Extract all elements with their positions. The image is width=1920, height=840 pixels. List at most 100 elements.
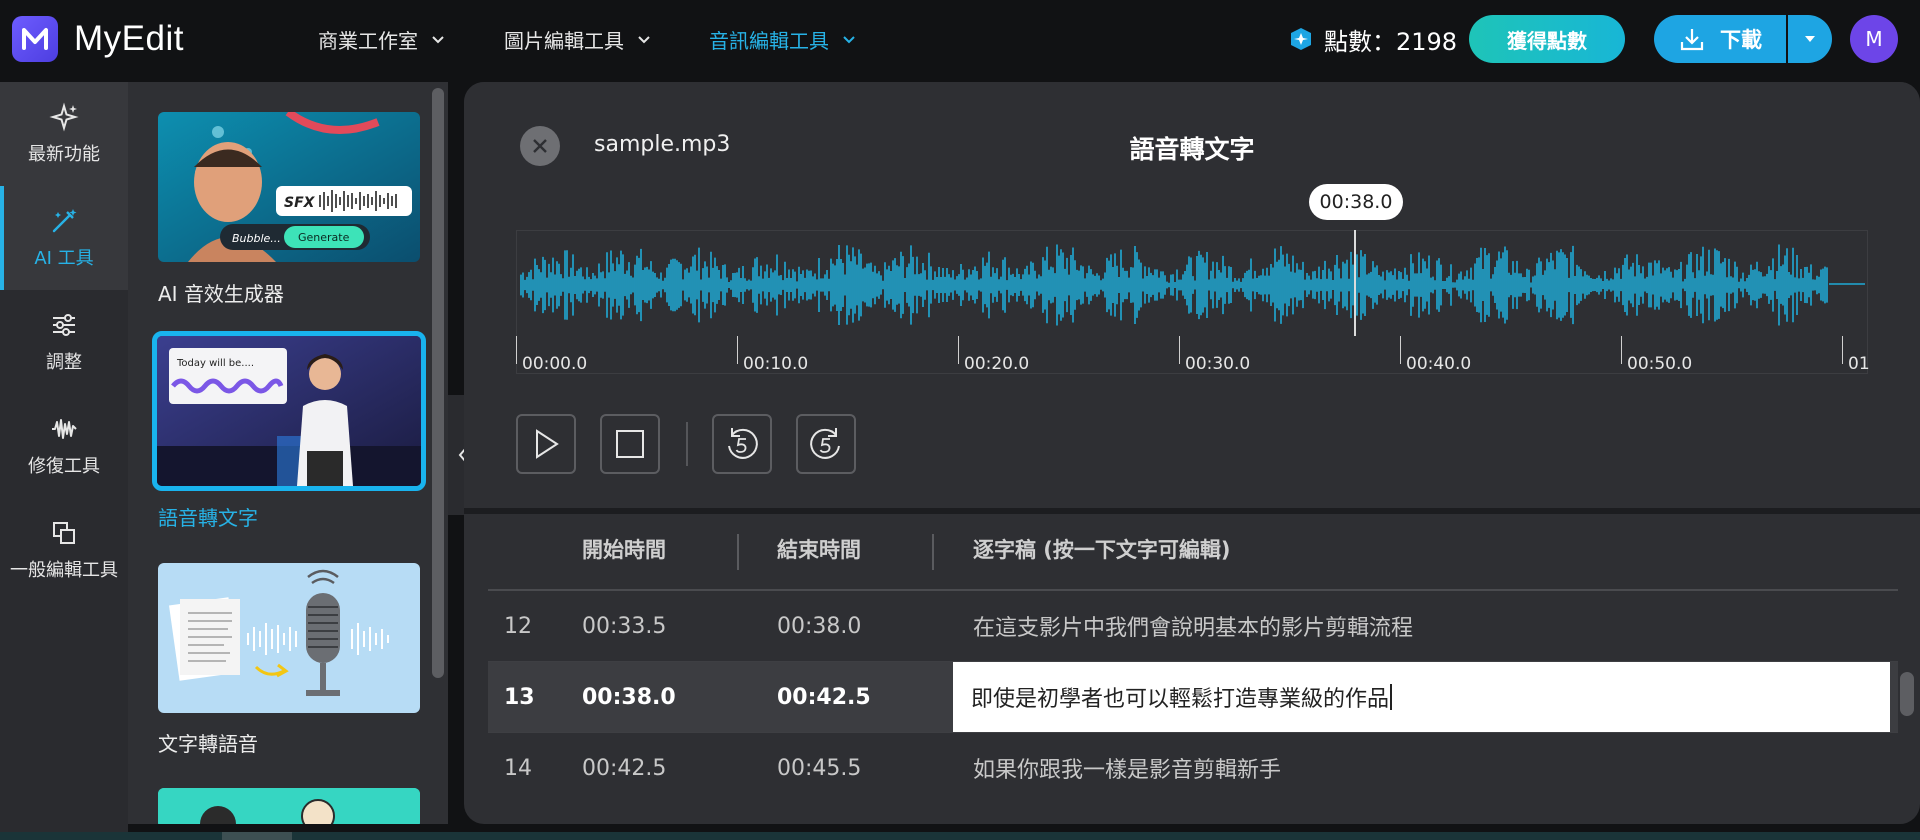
rail-label: 調整 — [46, 352, 82, 373]
nav-audio-tools[interactable]: 音訊編輯工具 — [709, 22, 857, 56]
row-end-time[interactable]: 00:42.5 — [777, 662, 871, 732]
timeline-tick-label: 00:40.0 — [1406, 354, 1472, 374]
rewind-5s-button[interactable] — [712, 414, 772, 474]
timeline-tick-label: 01 — [1848, 354, 1870, 374]
column-header-transcript: 逐字稿 (按一下文字可編輯) — [973, 538, 1231, 562]
thumb-generate-text: Generate — [298, 231, 350, 244]
magic-wand-icon — [52, 209, 77, 233]
waveform-path — [520, 244, 1865, 326]
timeline-tick — [958, 336, 959, 364]
waveform-repair-icon — [52, 419, 77, 439]
table-row[interactable]: 12 00:33.5 00:38.0 在這支影片中我們會說明基本的影片剪輯流程 — [488, 591, 1898, 661]
tool-label-speech-to-text[interactable]: 語音轉文字 — [158, 502, 258, 531]
tool-thumb-ai-sfx[interactable]: SFX Bubble... Generate — [158, 112, 420, 262]
timeline-tick — [516, 336, 517, 364]
nav-label: 商業工作室 — [318, 28, 418, 53]
layers-icon — [53, 522, 75, 544]
transcript-edit-input[interactable]: 即使是初學者也可以輕鬆打造專業級的作品 — [953, 662, 1890, 732]
player-section: sample.mp3 語音轉文字 00:38.0 00:00.0 00:10.0… — [464, 82, 1920, 508]
row-end-time[interactable]: 00:45.5 — [777, 733, 861, 803]
waveform-graphic — [520, 244, 1865, 326]
rail-item-repair-tools[interactable]: 修復工具 — [0, 394, 128, 498]
playhead[interactable] — [1354, 230, 1356, 336]
row-transcript-text[interactable]: 如果你跟我一樣是影音剪輯新手 — [973, 733, 1281, 803]
logo-mark-icon — [12, 16, 58, 62]
tool-thumb-next[interactable] — [158, 788, 420, 824]
download-icon — [1680, 29, 1704, 51]
transcript-table: 開始時間 結束時間 逐字稿 (按一下文字可編輯) 12 00:33.5 00:3… — [488, 514, 1898, 824]
download-button[interactable]: 下載 — [1654, 15, 1786, 63]
download-options-button[interactable] — [1788, 15, 1832, 63]
nav-label: 音訊編輯工具 — [709, 28, 829, 53]
timeline-tick-label: 00:00.0 — [522, 354, 588, 374]
thumb-today-text: Today will be.... — [176, 358, 254, 369]
rail-item-adjust[interactable]: 調整 — [0, 290, 128, 394]
table-row-current[interactable]: 13 00:38.0 00:42.5 即使是初學者也可以輕鬆打造專業級的作品 — [488, 662, 1898, 732]
forward-5s-button[interactable] — [796, 414, 856, 474]
timeline-tick-label: 00:20.0 — [964, 354, 1030, 374]
points-coin-icon — [1291, 28, 1311, 50]
chevron-down-icon — [432, 36, 444, 44]
row-start-time[interactable]: 00:38.0 — [582, 662, 676, 732]
rail-label: 修復工具 — [28, 456, 100, 477]
download-label: 下載 — [1720, 28, 1762, 52]
brand-name: MyEdit — [74, 19, 184, 58]
table-row[interactable]: 14 00:42.5 00:45.5 如果你跟我一樣是影音剪輯新手 — [488, 733, 1898, 803]
row-index: 13 — [504, 684, 535, 710]
timeline-tick — [1400, 336, 1401, 364]
row-index: 14 — [504, 755, 532, 781]
row-index: 12 — [504, 613, 532, 639]
rail-label: 一般編輯工具 — [10, 560, 118, 581]
tool-thumb-text-to-speech[interactable] — [158, 563, 420, 713]
timeline-tick-label: 00:10.0 — [743, 354, 809, 374]
page-title: 語音轉文字 — [1129, 135, 1255, 164]
tool-label-text-to-speech[interactable]: 文字轉語音 — [158, 728, 258, 757]
row-start-time[interactable]: 00:42.5 — [582, 733, 666, 803]
left-rail: 最新功能 AI 工具 調整 修復工具 一般編輯工具 — [0, 82, 128, 840]
timeline-ruler: 00:00.0 00:10.0 00:20.0 00:30.0 00:40.0 … — [516, 336, 1870, 376]
column-header-end-time: 結束時間 — [777, 538, 861, 562]
playhead-time-badge: 00:38.0 — [1309, 184, 1403, 220]
tool-panel: SFX Bubble... Generate AI 音效生成器 Today wi… — [128, 82, 448, 824]
timeline-tick — [1621, 336, 1622, 364]
points-label: 點數：2198 — [1324, 27, 1458, 56]
column-header-start-time: 開始時間 — [582, 538, 666, 562]
rail-item-ai-tools[interactable]: AI 工具 — [0, 186, 128, 290]
nav-business-studio[interactable]: 商業工作室 — [318, 22, 446, 56]
points-display: 點數：2198 — [1288, 20, 1457, 58]
row-transcript-text[interactable]: 在這支影片中我們會說明基本的影片剪輯流程 — [973, 591, 1413, 661]
nav-image-tools[interactable]: 圖片編輯工具 — [504, 22, 652, 56]
rail-item-new-features[interactable]: 最新功能 — [0, 82, 128, 186]
forward-5-icon — [810, 428, 840, 459]
transcript-scrollbar[interactable] — [1900, 672, 1914, 716]
tool-thumb-speech-to-text[interactable]: Today will be.... — [152, 331, 426, 491]
tool-label-ai-sfx[interactable]: AI 音效生成器 — [158, 278, 284, 307]
editor-panel: sample.mp3 語音轉文字 00:38.0 00:00.0 00:10.0… — [464, 82, 1920, 824]
column-separator[interactable] — [737, 534, 739, 570]
row-end-time[interactable]: 00:38.0 — [777, 591, 861, 661]
nav-label: 圖片編輯工具 — [504, 28, 624, 53]
rail-label: AI 工具 — [34, 248, 94, 269]
thumb-sfx-text: SFX — [284, 195, 316, 211]
play-button[interactable] — [516, 414, 576, 474]
timeline-tick — [1179, 336, 1180, 364]
tool-panel-scrollbar[interactable] — [432, 88, 444, 678]
logo[interactable]: MyEdit — [12, 16, 184, 62]
avatar[interactable]: M — [1850, 15, 1898, 63]
bottom-scrollbar[interactable] — [0, 832, 1920, 840]
stop-icon — [616, 430, 644, 458]
rail-item-general-edit[interactable]: 一般編輯工具 — [0, 498, 128, 602]
play-icon — [536, 429, 559, 459]
row-start-time[interactable]: 00:33.5 — [582, 591, 666, 661]
timeline-tick — [737, 336, 738, 364]
earn-points-button[interactable]: 獲得點數 — [1469, 15, 1625, 63]
timeline-tick-label: 00:50.0 — [1627, 354, 1693, 374]
transcript-edit-text: 即使是初學者也可以輕鬆打造專業級的作品 — [971, 687, 1390, 712]
sparkle-icon — [49, 102, 79, 132]
rail-label: 最新功能 — [28, 144, 100, 165]
column-separator[interactable] — [932, 534, 934, 570]
caret-down-icon — [1805, 36, 1815, 42]
thumb-bubble-text: Bubble... — [232, 232, 281, 245]
chevron-down-icon — [843, 36, 855, 44]
stop-button[interactable] — [600, 414, 660, 474]
